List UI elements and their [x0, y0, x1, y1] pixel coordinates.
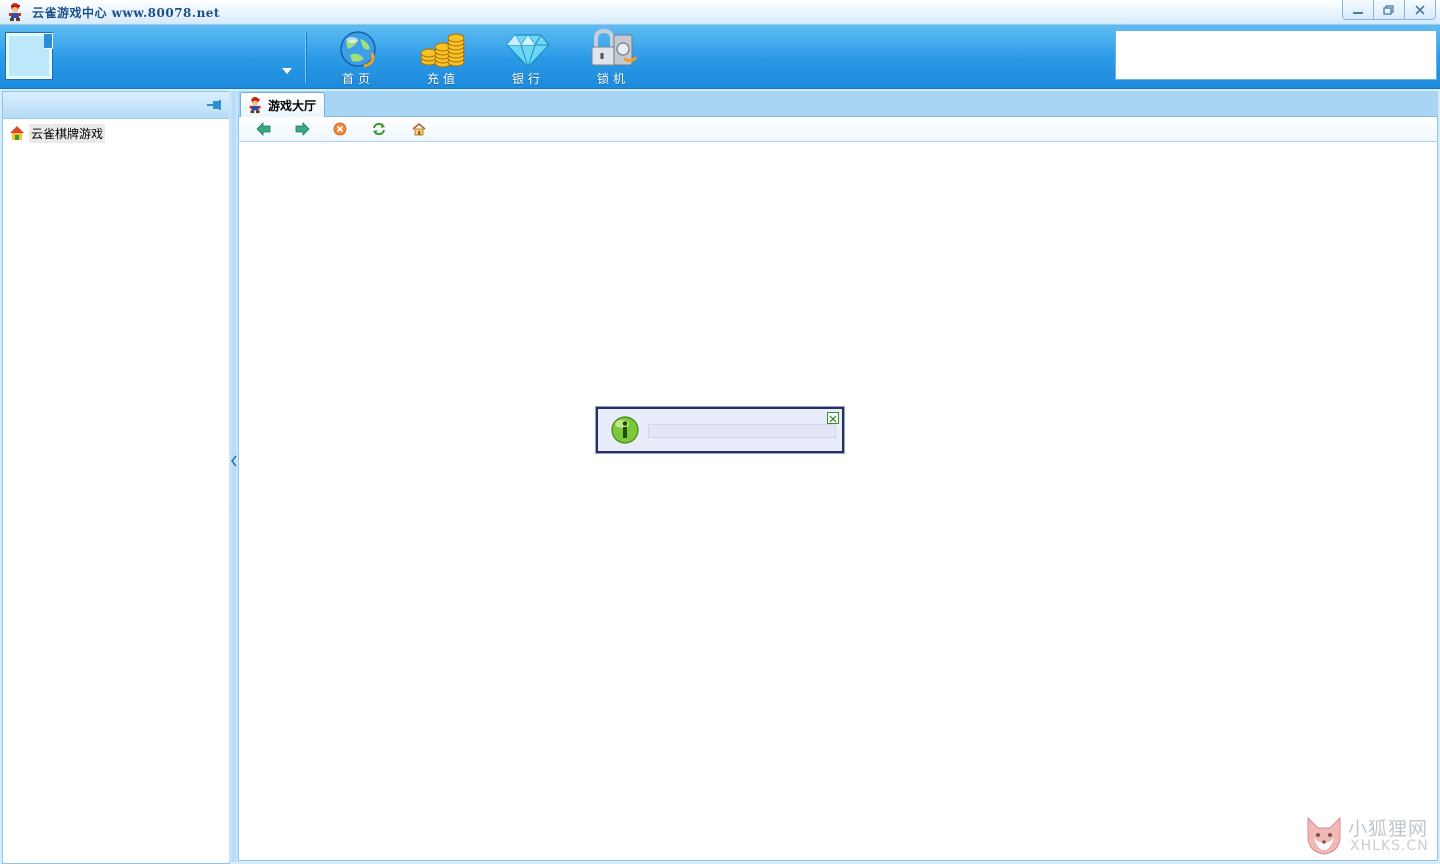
watermark-text-en: XHLKS.CN — [1350, 838, 1429, 854]
close-icon — [829, 415, 837, 423]
info-popup — [596, 407, 844, 453]
close-icon — [1415, 4, 1425, 15]
panel-splitter[interactable] — [229, 91, 238, 862]
tab-strip: 游戏大厅 — [238, 91, 1438, 117]
popup-close-button[interactable] — [827, 412, 839, 424]
recharge-button-label: 充值 — [426, 72, 459, 86]
restore-icon — [1383, 4, 1394, 15]
mario-logo-icon — [9, 3, 21, 21]
diamond-icon — [506, 34, 550, 69]
tab-game-lobby[interactable]: 游戏大厅 — [240, 92, 326, 117]
title-bar: 云雀游戏中心 www.80078.net — [0, 0, 1440, 25]
window-title: 云雀游戏中心 www.80078.net — [32, 6, 220, 20]
minimize-button[interactable] — [1342, 0, 1374, 20]
refresh-icon[interactable] — [371, 122, 387, 136]
fox-logo-icon — [1307, 816, 1341, 855]
web-content-area[interactable] — [238, 142, 1438, 861]
browser-nav-bar — [238, 117, 1438, 142]
lock-button[interactable]: 锁机 — [583, 29, 643, 87]
bank-button-label: 银行 — [511, 72, 544, 86]
main-toolbar: 首页 充值 银行 锁机 — [0, 25, 1440, 89]
watermark-text-cn: 小狐狸网 — [1348, 818, 1429, 840]
sidebar-item-yunque-games[interactable]: 云雀棋牌游戏 — [9, 123, 106, 143]
watermark: 小狐狸网 XHLKS.CN — [1302, 812, 1438, 860]
sidebar-item-label: 云雀棋牌游戏 — [29, 123, 106, 143]
globe-icon — [340, 31, 376, 68]
mario-logo-icon — [249, 96, 261, 114]
close-button[interactable] — [1404, 0, 1436, 20]
banner-area — [1115, 30, 1437, 80]
main-area: 游戏大厅 — [238, 91, 1438, 862]
restore-button[interactable] — [1373, 0, 1405, 20]
toolbar-divider — [305, 31, 306, 83]
coins-icon — [420, 33, 465, 68]
home-button[interactable]: 首页 — [328, 29, 388, 87]
forward-arrow-icon[interactable] — [294, 122, 310, 136]
info-icon — [611, 416, 639, 444]
back-arrow-icon[interactable] — [256, 122, 272, 136]
sidebar: 云雀棋牌游戏 — [2, 91, 230, 864]
home-icon[interactable] — [411, 122, 427, 136]
lock-button-label: 锁机 — [596, 72, 629, 86]
tab-label: 游戏大厅 — [268, 98, 317, 113]
chevron-down-icon[interactable] — [280, 66, 294, 76]
pin-icon[interactable] — [207, 98, 223, 112]
house-icon — [10, 126, 24, 140]
bank-button[interactable]: 银行 — [498, 29, 558, 87]
recharge-button[interactable]: 充值 — [413, 29, 473, 87]
sidebar-header — [3, 92, 229, 119]
stop-icon[interactable] — [332, 122, 348, 136]
minimize-icon — [1353, 11, 1363, 14]
avatar-frame-corner — [44, 33, 53, 49]
lock-icon — [591, 29, 638, 66]
collapse-left-icon[interactable] — [230, 455, 238, 467]
home-button-label: 首页 — [341, 72, 374, 86]
popup-message-bar — [648, 424, 836, 438]
